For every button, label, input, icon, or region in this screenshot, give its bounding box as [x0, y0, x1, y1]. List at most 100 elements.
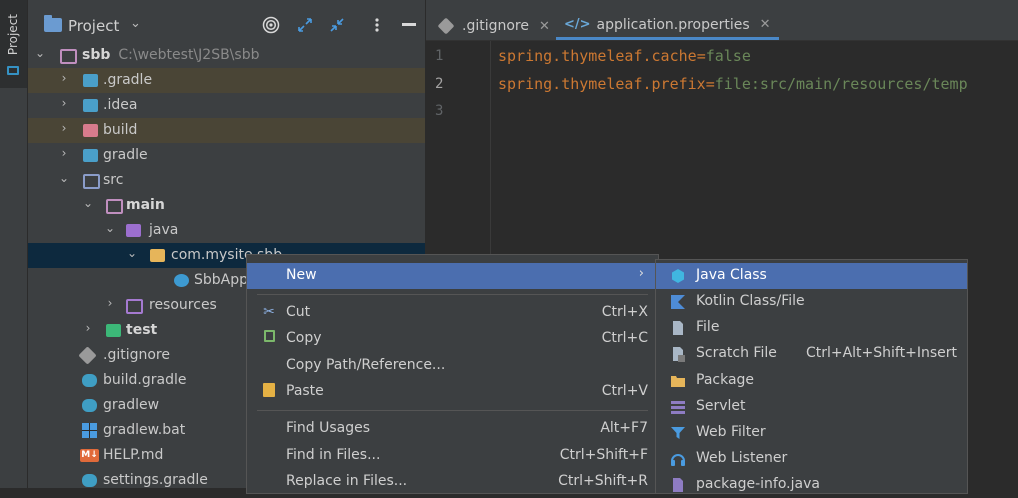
folder-icon — [83, 74, 98, 87]
submenu-item-package[interactable]: Package — [656, 368, 967, 394]
java-class-icon — [670, 268, 686, 284]
context-menu: New › ✂ Cut Ctrl+X Copy Ctrl+C Copy Path… — [246, 254, 659, 494]
chevron-right-icon[interactable]: › — [104, 296, 116, 310]
tree-item-label: build.gradle — [103, 372, 187, 388]
submenu-item-servlet[interactable]: Servlet — [656, 394, 967, 420]
tree-item-label: .idea — [103, 97, 138, 113]
collapse-all-icon[interactable] — [326, 14, 348, 36]
project-tool-icon — [7, 66, 19, 75]
tree-item-label: .gitignore — [103, 347, 170, 363]
menu-item-shortcut: Ctrl+C — [601, 330, 648, 346]
folder-icon — [106, 199, 123, 214]
tree-item-gradle-hidden[interactable]: › .gradle — [28, 68, 425, 93]
windows-icon — [82, 423, 97, 438]
property-key: spring.thymeleaf.cache — [498, 47, 697, 65]
folder-icon — [83, 174, 100, 189]
menu-item-label: Paste — [286, 383, 324, 399]
menu-item-shortcut: Alt+F7 — [600, 420, 648, 436]
chevron-right-icon[interactable]: › — [58, 71, 70, 85]
property-eq: = — [705, 75, 715, 93]
tree-item-src[interactable]: ⌄ src — [28, 168, 425, 193]
property-key: spring.thymeleaf.prefix — [498, 75, 706, 93]
tree-item-idea[interactable]: › .idea — [28, 93, 425, 118]
submenu-item-scratch-file[interactable]: Scratch File Ctrl+Alt+Shift+Insert — [656, 341, 967, 367]
menu-item-label: Cut — [286, 304, 311, 320]
menu-item-copy[interactable]: Copy Ctrl+C — [247, 326, 658, 352]
project-folder-icon — [44, 15, 62, 32]
submenu-item-kotlin[interactable]: Kotlin Class/File — [656, 289, 967, 315]
target-icon[interactable] — [260, 14, 282, 36]
git-icon — [437, 17, 455, 35]
menu-item-copy-path[interactable]: Copy Path/Reference... — [247, 353, 658, 379]
menu-item-label: Find in Files... — [286, 447, 381, 463]
project-panel-title[interactable]: Project — [68, 17, 119, 35]
folder-icon — [83, 99, 98, 112]
chevron-right-icon[interactable]: › — [58, 146, 70, 160]
menu-item-cut[interactable]: ✂ Cut Ctrl+X — [247, 300, 658, 326]
tree-root-row[interactable]: ⌄ sbb C:\webtest\J2SB\sbb — [28, 43, 425, 68]
line-number: 3 — [435, 103, 444, 119]
chevron-down-icon[interactable]: ⌄ — [126, 246, 138, 260]
chevron-down-icon[interactable]: ⌄ — [34, 46, 46, 60]
new-submenu: Java Class Kotlin Class/File File Scratc… — [655, 259, 968, 494]
filter-icon — [670, 425, 686, 441]
tree-item-gradle[interactable]: › gradle — [28, 143, 425, 168]
chevron-down-icon[interactable]: ⌄ — [104, 221, 116, 235]
tab-application-properties[interactable]: </> application.properties ✕ — [556, 12, 779, 40]
tree-item-java[interactable]: ⌄ java — [28, 218, 425, 243]
gradle-icon — [82, 474, 97, 487]
tree-root-name: sbb — [82, 47, 111, 63]
chevron-down-icon[interactable]: ⌄ — [130, 16, 141, 31]
code-line[interactable]: spring.thymeleaf.cache=false — [498, 47, 751, 65]
properties-file-icon: </> — [564, 17, 591, 32]
menu-item-shortcut: Ctrl+X — [601, 304, 648, 320]
line-number: 2 — [435, 76, 444, 92]
code-line[interactable]: spring.thymeleaf.prefix=file:src/main/re… — [498, 75, 968, 93]
copy-icon — [261, 330, 277, 346]
submenu-item-label: Web Listener — [696, 450, 788, 466]
scissors-icon: ✂ — [263, 304, 275, 320]
menu-separator — [257, 410, 648, 411]
tab-label: .gitignore — [462, 18, 529, 34]
submenu-item-label: Java Class — [696, 267, 767, 283]
submenu-item-package-info[interactable]: package-info.java — [656, 472, 967, 498]
chevron-right-icon[interactable]: › — [82, 321, 94, 335]
menu-item-replace-in-files[interactable]: Replace in Files... Ctrl+Shift+R — [247, 469, 658, 495]
expand-all-icon[interactable] — [294, 14, 316, 36]
module-folder-icon — [60, 49, 77, 64]
submenu-item-label: Package — [696, 372, 755, 388]
menu-item-new[interactable]: New › — [247, 263, 658, 289]
tab-gitignore[interactable]: .gitignore ✕ — [432, 12, 558, 40]
menu-item-find-usages[interactable]: Find Usages Alt+F7 — [247, 416, 658, 442]
chevron-right-icon[interactable]: › — [58, 96, 70, 110]
line-number: 1 — [435, 48, 444, 64]
paste-icon — [261, 383, 277, 399]
menu-item-find-in-files[interactable]: Find in Files... Ctrl+Shift+F — [247, 443, 658, 469]
tree-item-label: gradlew — [103, 397, 160, 413]
menu-item-paste[interactable]: Paste Ctrl+V — [247, 379, 658, 405]
tree-item-label: HELP.md — [103, 447, 164, 463]
chevron-down-icon[interactable]: ⌄ — [82, 196, 94, 210]
close-icon[interactable]: ✕ — [539, 19, 550, 34]
chevron-down-icon[interactable]: ⌄ — [58, 171, 70, 185]
project-tool-tab[interactable]: Project — [0, 0, 27, 88]
close-icon[interactable]: ✕ — [760, 17, 771, 32]
submenu-item-label: package-info.java — [696, 476, 820, 492]
submenu-item-java-class[interactable]: Java Class — [656, 263, 967, 289]
folder-icon — [83, 124, 98, 137]
submenu-item-web-listener[interactable]: Web Listener — [656, 446, 967, 472]
submenu-item-file[interactable]: File — [656, 315, 967, 341]
file-icon — [670, 320, 686, 336]
chevron-right-icon[interactable]: › — [58, 121, 70, 135]
submenu-item-web-filter[interactable]: Web Filter — [656, 420, 967, 446]
menu-item-label: Copy Path/Reference... — [286, 357, 446, 373]
tree-item-build[interactable]: › build — [28, 118, 425, 143]
package-icon — [150, 249, 165, 262]
property-value: file:src/main/resources/temp — [714, 75, 968, 93]
tree-item-label: gradlew.bat — [103, 422, 186, 438]
hide-panel-icon[interactable] — [398, 14, 420, 36]
project-tool-label: Project — [6, 14, 20, 56]
tree-item-main[interactable]: ⌄ main — [28, 193, 425, 218]
servlet-icon — [670, 399, 686, 415]
more-options-icon[interactable] — [366, 14, 388, 36]
